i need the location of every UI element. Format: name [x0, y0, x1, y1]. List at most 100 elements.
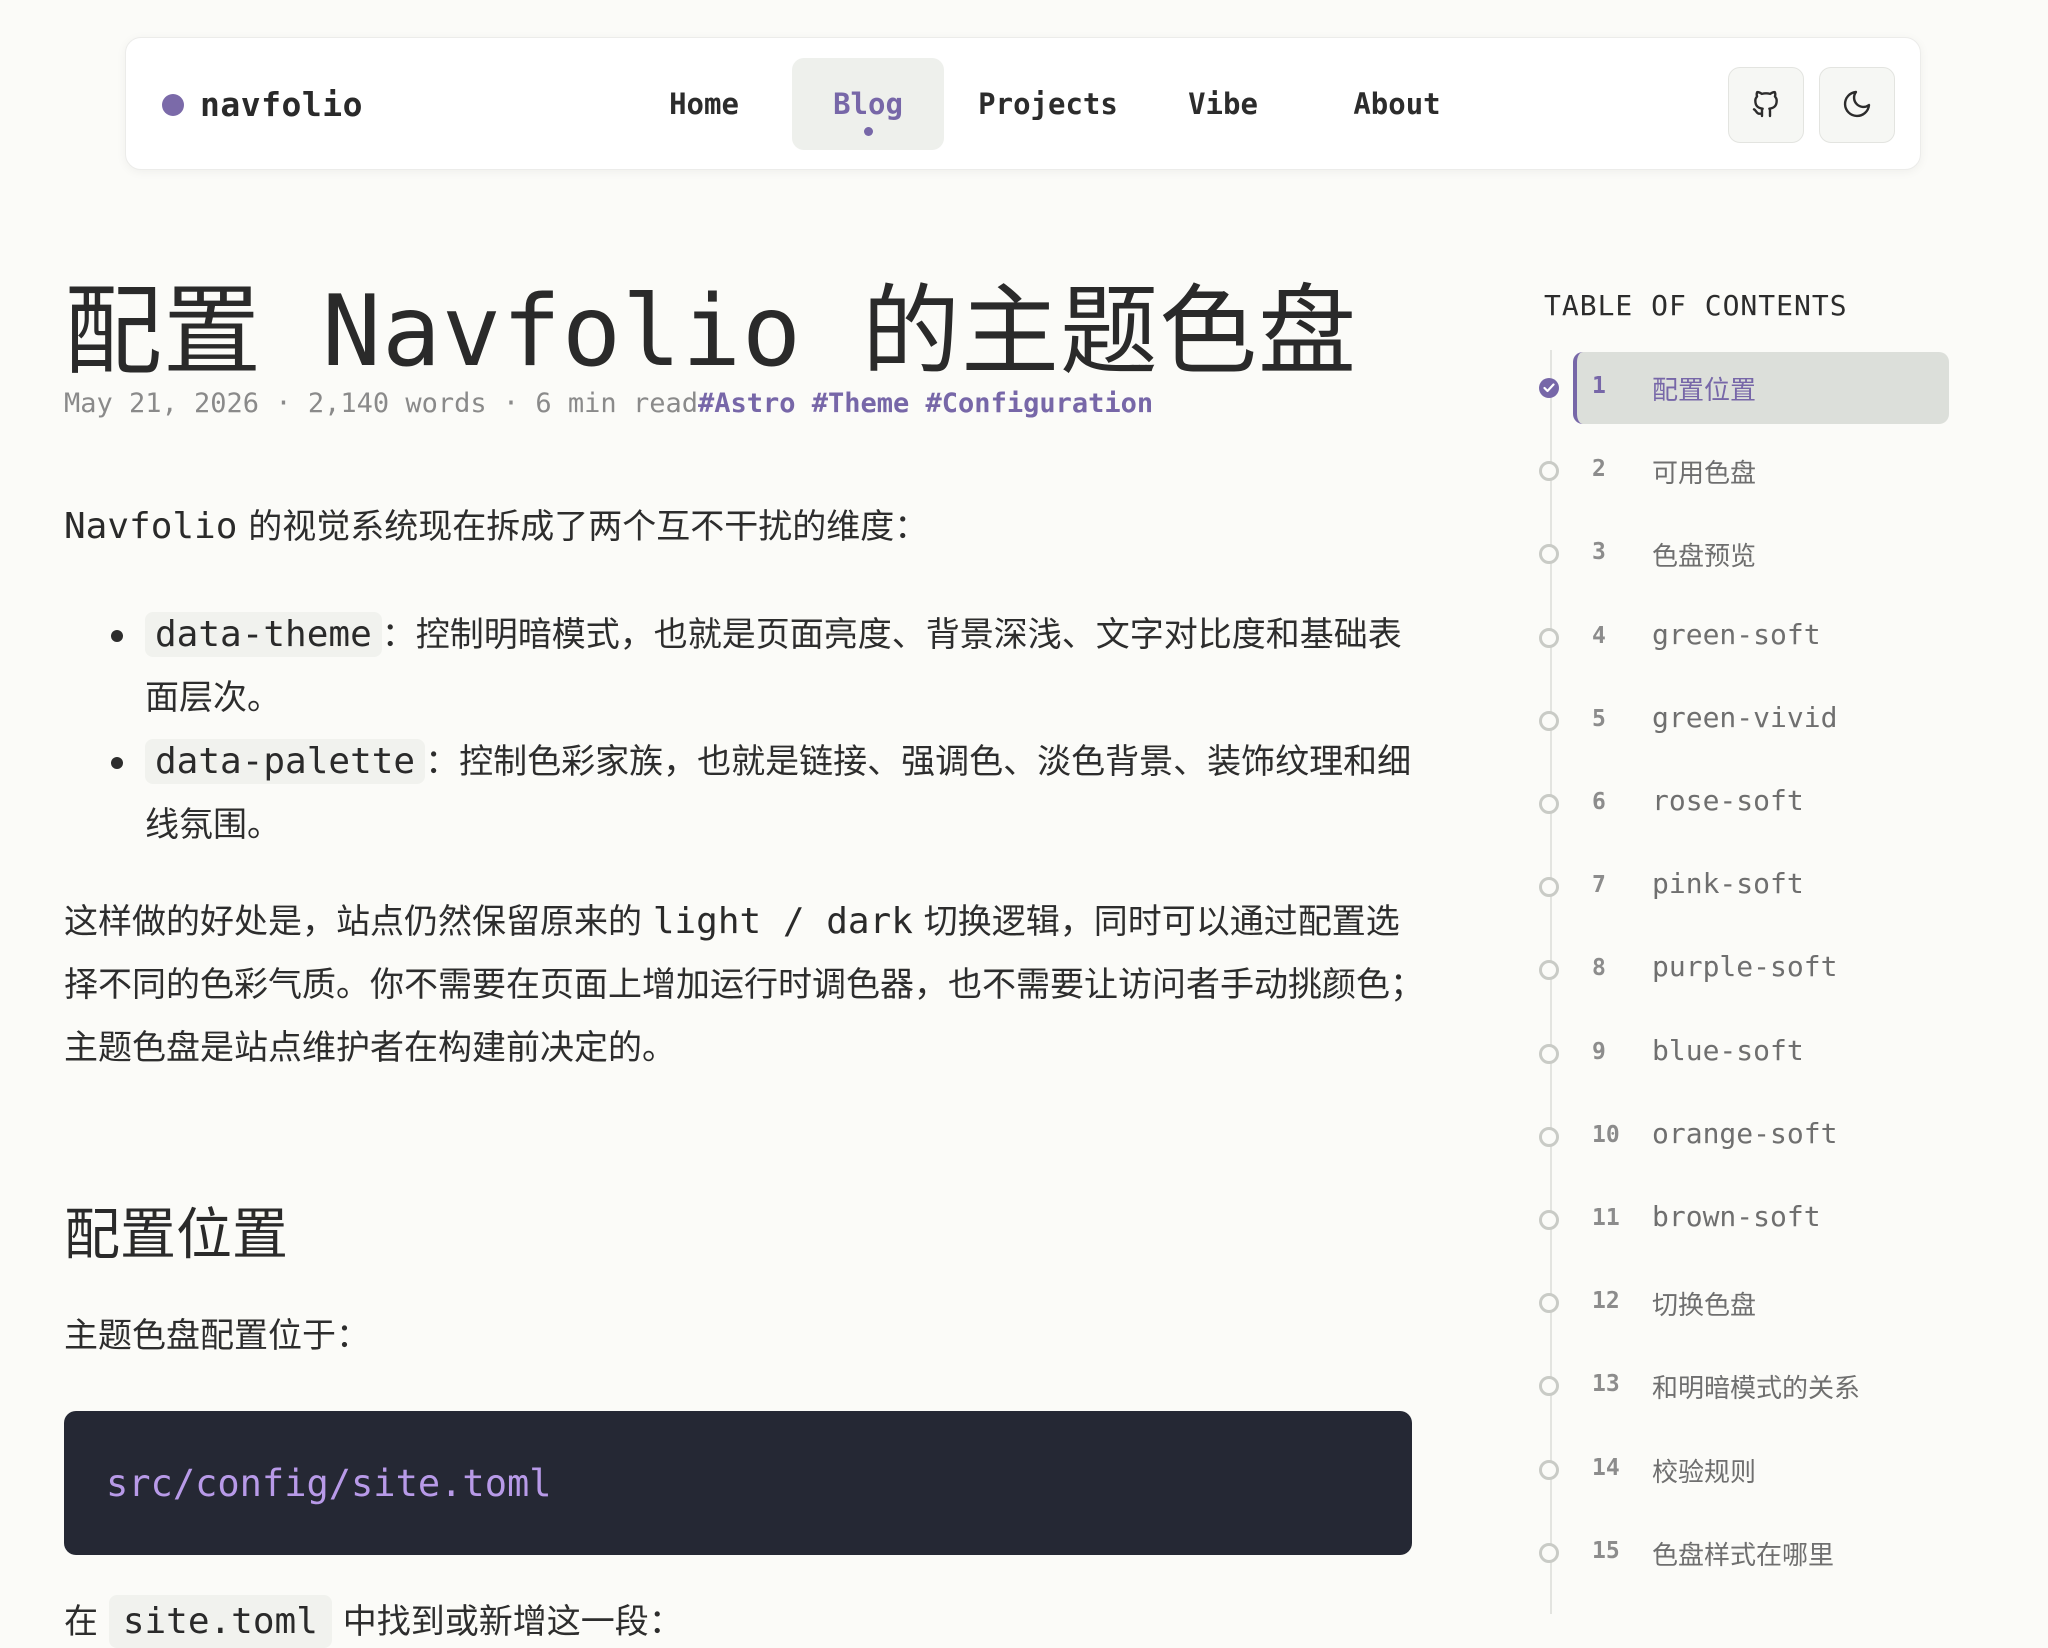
toc-item-label: pink-soft: [1652, 867, 1804, 900]
intro-text: 的视觉系统现在拆成了两个互不干扰的维度：: [237, 507, 929, 547]
toc-item[interactable]: 4 green-soft: [1536, 602, 1948, 674]
brand-dot-icon: [162, 93, 184, 116]
toc-item-label: orange-soft: [1652, 1117, 1838, 1150]
theme-toggle-button[interactable]: [1819, 67, 1895, 143]
circle-icon: [1539, 1376, 1559, 1396]
inline-code: data-palette: [145, 739, 426, 784]
toc-item-label: 切换色盘: [1652, 1291, 1757, 1321]
toc-item[interactable]: 5 green-vivid: [1536, 685, 1948, 757]
feature-list: data-theme ：控制明暗模式，也就是页面亮度、背景深浅、文字对比度和基础表…: [64, 603, 1424, 857]
active-indicator-dot: [864, 127, 873, 136]
toc-item-label: brown-soft: [1652, 1200, 1821, 1233]
toc-item[interactable]: 10 orange-soft: [1536, 1101, 1948, 1173]
github-button[interactable]: [1728, 67, 1804, 143]
toc-heading: TABLE OF CONTENTS: [1544, 289, 1848, 322]
code-block[interactable]: src/config/site.toml: [64, 1411, 1412, 1555]
circle-icon: [1539, 1044, 1559, 1064]
para-text-a: 这样做的好处是，站点仍然保留原来的: [64, 902, 653, 942]
inline-code: site.toml: [108, 1595, 332, 1648]
toc-item[interactable]: 13 和明暗模式的关系: [1536, 1350, 1948, 1422]
post-meta-info: May 21, 2026 · 2,140 words · 6 min read: [64, 388, 698, 419]
body-paragraph: 这样做的好处是，站点仍然保留原来的 light / dark 切换逻辑，同时可以…: [64, 890, 1424, 1080]
toc-item-label: rose-soft: [1652, 784, 1804, 817]
toc-item[interactable]: 7 pink-soft: [1536, 851, 1948, 923]
toc-item-number: 8: [1592, 955, 1606, 981]
toc-item[interactable]: 2 可用色盘: [1536, 435, 1948, 507]
toc-item-label: blue-soft: [1652, 1034, 1804, 1067]
toc-item-label: 色盘预览: [1652, 542, 1757, 572]
circle-icon: [1539, 711, 1559, 731]
moon-icon: [1841, 88, 1873, 123]
circle-icon: [1539, 1293, 1559, 1313]
toc-item[interactable]: 12 切换色盘: [1536, 1267, 1948, 1339]
toc-item-label: 和明暗模式的关系: [1652, 1374, 1861, 1404]
code-block-text: src/config/site.toml: [106, 1461, 552, 1505]
brand-name: navfolio: [200, 85, 363, 124]
toc-item-label: purple-soft: [1652, 950, 1838, 983]
toc-active-highlight: [1573, 352, 1949, 424]
list-item: data-theme ：控制明暗模式，也就是页面亮度、背景深浅、文字对比度和基础表…: [64, 603, 1424, 730]
partial-paragraph: 在 site.toml 中找到或新增这一段：: [64, 1594, 683, 1648]
site-header: navfolio Home Blog Projects Vibe About: [125, 37, 1921, 170]
nav-projects[interactable]: Projects: [969, 58, 1127, 150]
cut-text: 中找到或新增这一段：: [331, 1602, 683, 1642]
nav-blog[interactable]: Blog: [792, 58, 944, 150]
circle-icon: [1539, 1210, 1559, 1230]
toc-item-number: 4: [1592, 623, 1606, 649]
toc-item[interactable]: 8 purple-soft: [1536, 934, 1948, 1006]
toc-item-number: 6: [1592, 789, 1606, 815]
circle-icon: [1539, 461, 1559, 481]
toc-item[interactable]: 9 blue-soft: [1536, 1018, 1948, 1090]
toc-item[interactable]: 6 rose-soft: [1536, 768, 1948, 840]
section-heading: 配置位置: [64, 1203, 288, 1268]
list-item: data-palette ：控制色彩家族，也就是链接、强调色、淡色背景、装饰纹理和…: [64, 730, 1424, 857]
intro-paragraph: Navfolio 的视觉系统现在拆成了两个互不干扰的维度：: [64, 495, 1424, 559]
circle-icon: [1539, 1127, 1559, 1147]
circle-icon: [1539, 544, 1559, 564]
section-paragraph: 主题色盘配置位于：: [64, 1316, 370, 1356]
toc-item-label: green-soft: [1652, 618, 1821, 651]
check-circle-icon: [1539, 378, 1559, 398]
toc-item[interactable]: 1 配置位置: [1536, 352, 1949, 424]
intro-brand-mono: Navfolio: [64, 506, 238, 547]
circle-icon: [1539, 794, 1559, 814]
post-tags[interactable]: #Astro #Theme #Configuration: [698, 388, 1153, 419]
circle-icon: [1539, 960, 1559, 980]
brand-logo[interactable]: navfolio: [162, 85, 363, 124]
inline-code: data-theme: [145, 612, 382, 657]
nav-home[interactable]: Home: [661, 58, 747, 150]
toc-item-number: 9: [1592, 1039, 1606, 1065]
post-meta: May 21, 2026 · 2,140 words · 6 min read#…: [64, 388, 1153, 419]
toc-item-label: 可用色盘: [1652, 459, 1757, 489]
toc-item-number: 3: [1592, 539, 1606, 565]
toc-item[interactable]: 11 brown-soft: [1536, 1184, 1948, 1256]
toc-item-number: 14: [1592, 1455, 1620, 1481]
toc-item-label: 配置位置: [1652, 376, 1757, 406]
toc-item-number: 1: [1592, 373, 1606, 399]
toc-item[interactable]: 3 色盘预览: [1536, 518, 1948, 590]
circle-icon: [1539, 1460, 1559, 1480]
circle-icon: [1539, 628, 1559, 648]
nav-blog-label: Blog: [833, 87, 903, 121]
toc-item-label: 色盘样式在哪里: [1652, 1541, 1835, 1571]
toc-item-number: 15: [1592, 1538, 1620, 1564]
inline-mono: light / dark: [652, 901, 913, 942]
toc-item[interactable]: 15 色盘样式在哪里: [1536, 1517, 1948, 1589]
toc-item-number: 12: [1592, 1288, 1620, 1314]
circle-icon: [1539, 1543, 1559, 1563]
toc-item-label: 校验规则: [1652, 1458, 1757, 1488]
toc-item[interactable]: 14 校验规则: [1536, 1434, 1948, 1506]
toc-item-number: 10: [1592, 1122, 1620, 1148]
toc-item-label: green-vivid: [1652, 701, 1838, 734]
toc-item-number: 2: [1592, 456, 1606, 482]
toc-item-number: 11: [1592, 1205, 1620, 1231]
nav-vibe[interactable]: Vibe: [1177, 58, 1269, 150]
page-title: 配置 Navfolio 的主题色盘: [64, 275, 1358, 389]
github-icon: [1750, 88, 1782, 123]
toc-item-number: 7: [1592, 872, 1606, 898]
nav-about[interactable]: About: [1329, 58, 1465, 150]
toc-item-number: 13: [1592, 1371, 1620, 1397]
toc-item-number: 5: [1592, 706, 1606, 732]
circle-icon: [1539, 877, 1559, 897]
cut-prefix: 在: [64, 1602, 98, 1642]
